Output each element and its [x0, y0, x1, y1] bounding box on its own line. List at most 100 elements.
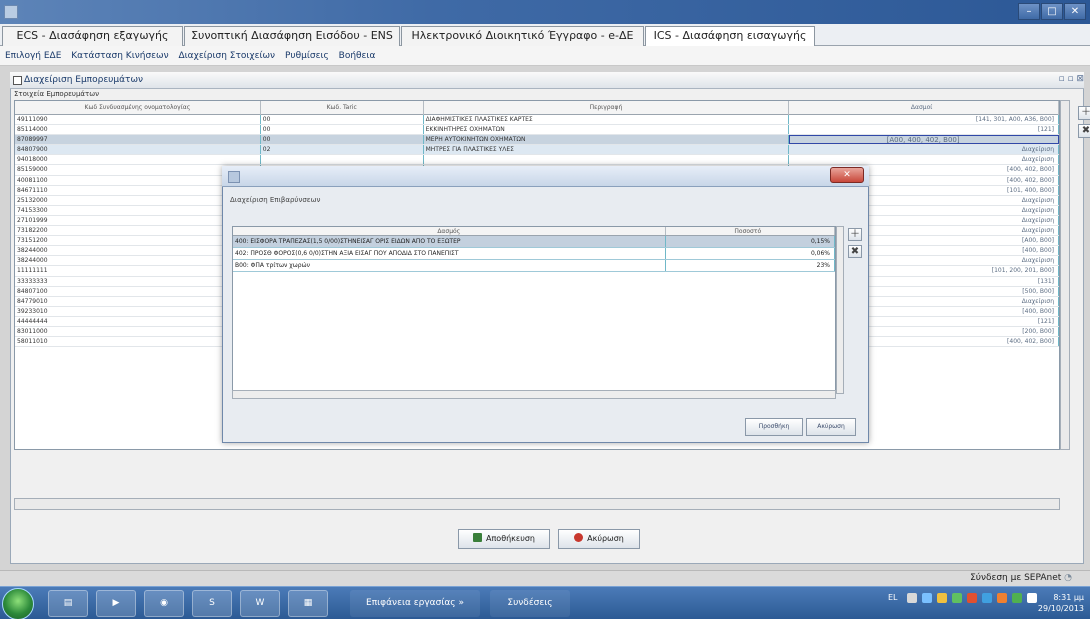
- table-row[interactable]: 87089997 00 ΜΕΡΗ ΑΥΤΟΚΙΝΗΤΩΝ ΟΧΗΜΑΤΩΝ [A00,…: [15, 135, 1059, 146]
- duty-row[interactable]: 400: ΕΙΣΦΟΡΑ ΤΡΑΠΕΖΑΣ(1,5 0/00)ΣΤΗΝΕΙΣΑΓ…: [233, 236, 835, 248]
- clock-time: 8:31 μμ: [1053, 593, 1084, 602]
- lang-indicator[interactable]: EL: [888, 593, 902, 603]
- cell-duties: Διαχείριση: [789, 145, 1059, 155]
- cell-desc: ΜΗΤΡΕΣ ΓΙΑ ΠΛΑΣΤΙΚΕΣ ΥΛΕΣ: [424, 145, 790, 155]
- menu-movement-status[interactable]: Κατάσταση Κινήσεων: [71, 51, 168, 61]
- start-button[interactable]: [2, 588, 34, 619]
- explorer-icon[interactable]: ▤: [48, 590, 88, 617]
- desktop-toolbar[interactable]: Επιφάνεια εργασίας »: [350, 590, 480, 617]
- restore-icon[interactable]: ▫: [1058, 74, 1064, 84]
- app-icon: [4, 5, 18, 19]
- dialog-side-buttons: ＋ ✖: [848, 228, 862, 262]
- tab-bar: ECS - Διασάφηση εξαγωγής Συνοπτική Διασά…: [0, 24, 1090, 47]
- menu-settings[interactable]: Ρυθμίσεις: [285, 51, 329, 61]
- header-description[interactable]: Περιγραφή: [424, 101, 790, 115]
- media-icon[interactable]: ▶: [96, 590, 136, 617]
- table-row[interactable]: 85114000 00 ΕΚΚΙΝΗΤΗΡΕΣ ΟΧΗΜΑΤΩΝ [121]: [15, 125, 1059, 136]
- tray-icon-6[interactable]: [982, 593, 992, 603]
- save-button[interactable]: Αποθήκευση: [458, 529, 550, 549]
- clock[interactable]: 8:31 μμ 29/10/2013: [1038, 592, 1084, 614]
- links-label: Συνδέσεις: [507, 598, 553, 608]
- tab-ens[interactable]: Συνοπτική Διασάφηση Εισόδου - ENS: [184, 26, 400, 46]
- header-taric[interactable]: Κωδ. Taric: [261, 101, 424, 115]
- dialog-vertical-scrollbar[interactable]: [836, 226, 844, 394]
- menu-select-ede[interactable]: Επιλογή ΕΔΕ: [5, 51, 61, 61]
- tray-icon-4[interactable]: [952, 593, 962, 603]
- cancel-icon: [574, 533, 584, 542]
- maximize-icon[interactable]: □: [1041, 3, 1063, 20]
- close-panel-icon[interactable]: ⊠: [1076, 74, 1084, 84]
- dialog-titlebar: [222, 166, 869, 187]
- header-percentage[interactable]: Ποσοστό: [666, 227, 835, 235]
- cancel-button[interactable]: Ακύρωση: [558, 529, 640, 549]
- duty-row[interactable]: B00: ΦΠΑ τρίτων χωρών 23%: [233, 260, 835, 272]
- duties-table[interactable]: Δασμός Ποσοστό 400: ΕΙΣΦΟΡΑ ΤΡΑΠΕΖΑΣ(1,5…: [232, 226, 836, 394]
- duties-table-body: 400: ΕΙΣΦΟΡΑ ΤΡΑΠΕΖΑΣ(1,5 0/00)ΣΤΗΝΕΙΣΑΓ…: [233, 236, 835, 272]
- cell-desc: ΕΚΚΙΝΗΤΗΡΕΣ ΟΧΗΜΑΤΩΝ: [424, 125, 790, 135]
- dialog-delete-icon[interactable]: ✖: [848, 245, 862, 258]
- table-vertical-scrollbar[interactable]: [1060, 100, 1070, 450]
- save-icon: [473, 533, 483, 542]
- table-side-buttons: ＋ ✖: [1078, 106, 1090, 142]
- cell-taric: [261, 155, 424, 165]
- panel-checkbox-icon: [13, 76, 22, 85]
- table-row[interactable]: 84807900 02 ΜΗΤΡΕΣ ΓΙΑ ΠΛΑΣΤΙΚΕΣ ΥΛΕΣ Διαχε…: [15, 145, 1059, 156]
- menu-data-management[interactable]: Διαχείριση Στοιχείων: [178, 51, 275, 61]
- header-code[interactable]: Κωδ Συνδυασμένης ονοματολογίας: [15, 101, 261, 115]
- tab-ecs-export[interactable]: ECS - Διασάφηση εξαγωγής: [2, 26, 183, 46]
- close-icon[interactable]: ✕: [1064, 3, 1086, 20]
- system-tray: EL: [888, 593, 1042, 609]
- dialog-horizontal-scrollbar[interactable]: [232, 390, 836, 399]
- connection-status: Σύνδεση με SEPAnet ◔: [970, 573, 1072, 583]
- table-header: Κωδ Συνδυασμένης ονοματολογίας Κωδ. Tari…: [15, 101, 1059, 115]
- dialog-cancel-button[interactable]: Ακύρωση: [806, 418, 856, 436]
- cell-duties: [A00, 400, 402, B00]: [789, 135, 1059, 145]
- word-icon[interactable]: W: [240, 590, 280, 617]
- cell-code: 94018000: [15, 155, 261, 165]
- tab-e-de[interactable]: Ηλεκτρονικό Διοικητικό Έγγραφο - e-ΔΕ: [401, 26, 644, 46]
- duty-row[interactable]: 402: ΠΡΟΣΘ ΦΟΡΟΣ(0,6 0/0)ΣΤΗΝ ΑΞΙΑ ΕΙΣΑΓ…: [233, 248, 835, 260]
- maximize-panel-icon[interactable]: ▫: [1067, 74, 1073, 84]
- table-row[interactable]: 94018000 Διαχείριση: [15, 155, 1059, 166]
- cell-pct: 0,06%: [666, 248, 835, 259]
- dialog-close-icon[interactable]: ✕: [830, 167, 864, 183]
- volume-icon[interactable]: [1027, 593, 1037, 603]
- header-duties[interactable]: Δασμοί: [789, 101, 1059, 115]
- tray-icon-5[interactable]: [967, 593, 977, 603]
- dialog-add-button[interactable]: Προσθήκη: [745, 418, 803, 436]
- cell-code: 87089997: [15, 135, 261, 145]
- status-bar: [0, 570, 1090, 586]
- tray-icon-8[interactable]: [1012, 593, 1022, 603]
- cell-code: 49111090: [15, 115, 261, 125]
- menu-help[interactable]: Βοήθεια: [339, 51, 376, 61]
- table-row[interactable]: 49111090 00 ΔΙΑΦΗΜΙΣΤΙΚΕΣ ΠΛΑΣΤΙΚΕΣ ΚΑΡΤΕΣ…: [15, 115, 1059, 126]
- cell-duties: [121]: [789, 125, 1059, 135]
- cell-pct: 23%: [666, 260, 835, 271]
- cell-pct: 0,15%: [666, 236, 835, 247]
- cell-taric: 00: [261, 135, 424, 145]
- cell-taric: 02: [261, 145, 424, 155]
- links-toolbar[interactable]: Συνδέσεις: [490, 590, 570, 617]
- delete-row-icon[interactable]: ✖: [1078, 124, 1090, 138]
- save-label: Αποθήκευση: [486, 534, 535, 543]
- minimize-icon[interactable]: –: [1018, 3, 1040, 20]
- cell-desc: ΜΕΡΗ ΑΥΤΟΚΙΝΗΤΩΝ ΟΧΗΜΑΤΩΝ: [424, 135, 790, 145]
- skype-icon[interactable]: S: [192, 590, 232, 617]
- connection-icon: ◔: [1064, 573, 1072, 583]
- browser-icon[interactable]: ◉: [144, 590, 184, 617]
- header-duty[interactable]: Δασμός: [233, 227, 666, 235]
- app-taskbar-icon[interactable]: ▦: [288, 590, 328, 617]
- connection-status-text: Σύνδεση με SEPAnet: [970, 573, 1062, 583]
- tray-icon-3[interactable]: [937, 593, 947, 603]
- desktop-label: Επιφάνεια εργασίας: [366, 598, 456, 608]
- table-horizontal-scrollbar[interactable]: [14, 498, 1060, 510]
- tray-icon-7[interactable]: [997, 593, 1007, 603]
- cell-duties: [141, 301, A00, A36, B00]: [789, 115, 1059, 125]
- dialog-add-icon[interactable]: ＋: [848, 228, 862, 241]
- tab-ics-import[interactable]: ICS - Διασάφηση εισαγωγής: [645, 26, 815, 47]
- add-row-icon[interactable]: ＋: [1078, 106, 1090, 120]
- cell-desc: [424, 155, 790, 165]
- tray-icon-1[interactable]: [907, 593, 917, 603]
- tray-icon-2[interactable]: [922, 593, 932, 603]
- cell-duty: 400: ΕΙΣΦΟΡΑ ΤΡΑΠΕΖΑΣ(1,5 0/00)ΣΤΗΝΕΙΣΑΓ…: [233, 236, 666, 247]
